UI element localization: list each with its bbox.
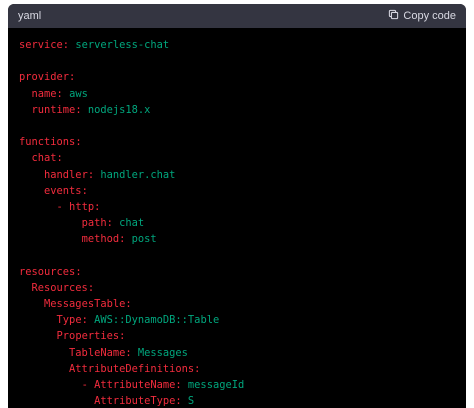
code-line: TableName: Messages xyxy=(19,345,466,361)
yaml-separator: : xyxy=(87,168,101,181)
yaml-value: chat xyxy=(119,217,145,230)
yaml-key: service xyxy=(19,39,63,51)
code-line: - http: xyxy=(19,199,466,215)
yaml-value: post xyxy=(131,233,157,246)
yaml-key: handler xyxy=(44,168,88,181)
yaml-key: Resources xyxy=(31,281,88,294)
code-line: service: serverless-chat xyxy=(19,37,466,53)
yaml-key: provider xyxy=(19,71,70,84)
yaml-separator: : xyxy=(175,378,188,391)
yaml-value: aws xyxy=(69,87,88,100)
code-line: functions: xyxy=(19,134,466,150)
yaml-separator: : xyxy=(56,87,70,100)
code-language-label: yaml xyxy=(18,10,42,22)
code-line: path: chat xyxy=(19,215,466,231)
code-line: Resources: xyxy=(19,280,466,296)
code-line: AttributeType: S xyxy=(19,393,466,408)
yaml-separator: : xyxy=(194,362,201,375)
copy-code-label: Copy code xyxy=(403,10,456,22)
yaml-key: MessagesTable xyxy=(44,298,126,310)
yaml-key: name xyxy=(31,87,57,100)
yaml-value: nodejs18.x xyxy=(87,103,151,116)
yaml-separator: : xyxy=(81,184,88,197)
yaml-separator: : xyxy=(175,395,188,408)
code-line: name: aws xyxy=(19,86,466,102)
code-line: handler: handler.chat xyxy=(19,167,466,183)
yaml-separator: : xyxy=(62,39,76,51)
yaml-separator: : xyxy=(87,281,95,294)
yaml-separator: : xyxy=(94,200,101,213)
yaml-value: messageId xyxy=(187,378,245,391)
code-content[interactable]: service: serverless-chat provider: name: … xyxy=(8,28,466,408)
code-line: provider: xyxy=(19,69,466,85)
code-line: Properties: xyxy=(19,328,466,344)
yaml-separator: : xyxy=(75,265,82,278)
yaml-key: path xyxy=(81,217,107,230)
yaml-key: AttributeDefinitions xyxy=(69,362,195,375)
yaml-separator: : xyxy=(75,136,82,149)
yaml-separator: : xyxy=(125,346,138,359)
code-line: resources: xyxy=(19,264,466,280)
code-line: chat: xyxy=(19,150,466,166)
yaml-key: chat xyxy=(31,152,57,165)
yaml-key: Type xyxy=(56,314,82,327)
yaml-separator: : xyxy=(81,314,95,327)
code-line: AttributeDefinitions: xyxy=(19,361,466,377)
yaml-key: - AttributeName xyxy=(81,378,176,391)
clipboard-icon xyxy=(388,9,399,23)
yaml-key: events xyxy=(44,184,82,197)
yaml-key: runtime xyxy=(31,103,76,116)
yaml-value: Messages xyxy=(137,346,188,359)
yaml-key: - http xyxy=(56,200,95,213)
code-line: runtime: nodejs18.x xyxy=(19,102,466,118)
yaml-separator: : xyxy=(75,103,88,116)
code-line: method: post xyxy=(19,231,466,247)
yaml-value: AWS::DynamoDB::Table xyxy=(94,314,220,327)
code-line: events: xyxy=(19,183,466,199)
yaml-separator: : xyxy=(125,298,132,310)
yaml-value: handler.chat xyxy=(100,168,176,181)
yaml-key: resources xyxy=(19,265,76,278)
code-line: MessagesTable: xyxy=(19,296,466,312)
yaml-separator: : xyxy=(119,330,126,343)
yaml-separator: : xyxy=(56,152,63,165)
code-line: - AttributeName: messageId xyxy=(19,377,466,393)
yaml-separator: : xyxy=(106,217,120,230)
code-block-header: yaml Copy code xyxy=(8,4,466,28)
yaml-value: S xyxy=(187,395,195,408)
code-block: yaml Copy code service: serverless-chat p… xyxy=(8,4,466,408)
yaml-key: TableName xyxy=(69,346,126,359)
yaml-separator: : xyxy=(69,71,76,84)
yaml-separator: : xyxy=(119,233,132,246)
copy-code-button[interactable]: Copy code xyxy=(388,9,456,23)
yaml-value: serverless-chat xyxy=(75,39,170,51)
yaml-key: method xyxy=(81,233,120,246)
yaml-key: functions xyxy=(19,136,76,149)
yaml-key: Properties xyxy=(56,330,120,343)
code-line: Type: AWS::DynamoDB::Table xyxy=(19,312,466,328)
yaml-key: AttributeType xyxy=(94,395,176,408)
